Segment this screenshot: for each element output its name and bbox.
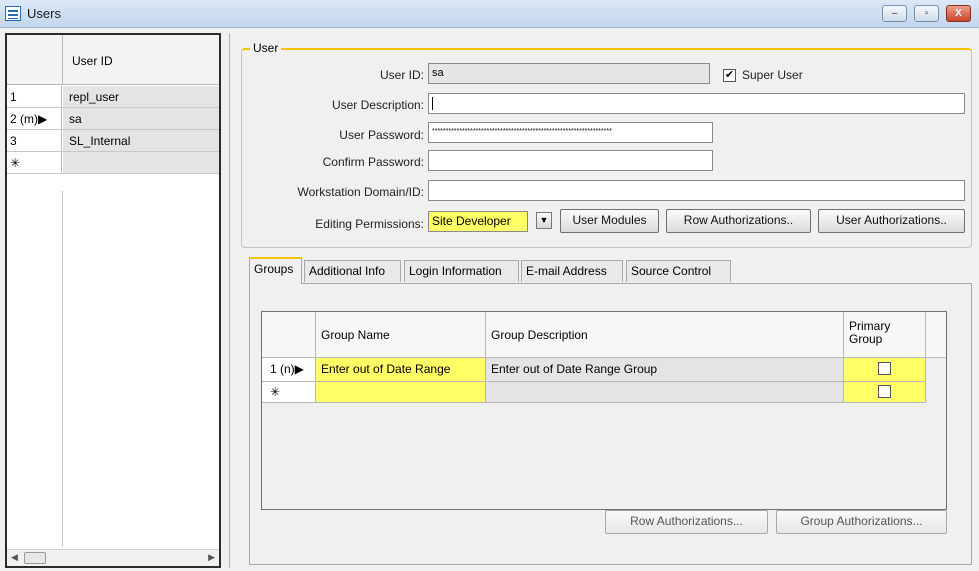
group-row-authorizations-button[interactable]: Row Authorizations... <box>605 510 768 534</box>
horizontal-scrollbar[interactable]: ◀ ▶ <box>7 549 219 566</box>
close-button[interactable]: X <box>946 5 971 22</box>
window-title: Users <box>27 6 61 21</box>
minimize-button[interactable]: – <box>882 5 907 22</box>
list-item[interactable]: 2 (m)▶ sa <box>7 108 219 130</box>
group-name-header[interactable]: Group Name <box>316 312 486 358</box>
group-description-cell[interactable] <box>486 382 844 403</box>
scroll-left-icon[interactable]: ◀ <box>11 552 18 563</box>
super-user-checkbox[interactable]: ✔ <box>723 69 736 82</box>
workstation-field[interactable] <box>428 180 965 201</box>
primary-group-cell[interactable] <box>844 382 926 403</box>
user-id-cell[interactable]: repl_user <box>63 86 219 107</box>
user-password-field[interactable]: ****************************************… <box>428 122 713 143</box>
user-description-label: User Description: <box>331 98 424 112</box>
checkbox-icon[interactable] <box>878 362 891 375</box>
user-authorizations-button[interactable]: User Authorizations.. <box>818 209 965 233</box>
tab-additional-info[interactable]: Additional Info <box>304 260 401 282</box>
chevron-down-icon[interactable]: ▼ <box>536 212 552 229</box>
restore-button[interactable]: ▫ <box>914 5 939 22</box>
title-bar: Users – ▫ X <box>0 0 979 28</box>
group-name-cell[interactable] <box>316 382 486 403</box>
checkbox-icon[interactable] <box>878 385 891 398</box>
list-item[interactable]: 1 repl_user <box>7 86 219 108</box>
workstation-label: Workstation Domain/ID: <box>297 185 425 199</box>
confirm-password-label: Confirm Password: <box>322 155 424 169</box>
list-item[interactable]: 3 SL_Internal <box>7 130 219 152</box>
row-selector[interactable]: 1 <box>7 86 62 107</box>
user-id-cell[interactable]: sa <box>63 108 219 129</box>
tab-email-address[interactable]: E-mail Address <box>521 260 623 282</box>
group-description-cell[interactable]: Enter out of Date Range Group <box>486 358 844 382</box>
user-id-cell[interactable]: SL_Internal <box>63 130 219 151</box>
groups-grid[interactable]: Group Name Group Description Primary Gro… <box>261 311 947 510</box>
new-row[interactable]: ✳ <box>7 152 219 174</box>
user-modules-button[interactable]: User Modules <box>560 209 659 233</box>
group-authorizations-button[interactable]: Group Authorizations... <box>776 510 947 534</box>
scroll-thumb[interactable] <box>24 552 46 564</box>
user-groupbox-legend: User <box>250 41 282 55</box>
scroll-right-icon[interactable]: ▶ <box>208 552 215 563</box>
table-window-icon <box>5 6 21 21</box>
row-selector[interactable]: 2 (m)▶ <box>7 108 62 129</box>
group-description-header[interactable]: Group Description <box>486 312 844 358</box>
user-id-cell[interactable] <box>63 152 219 173</box>
row-selector[interactable]: 1 (n)▶ <box>262 358 316 382</box>
user-id-column-header[interactable]: User ID <box>72 54 113 68</box>
row-selector[interactable]: 3 <box>7 130 62 151</box>
primary-group-cell[interactable] <box>844 358 926 382</box>
confirm-password-field[interactable] <box>428 150 713 171</box>
user-id-label: User ID: <box>379 68 424 82</box>
new-row-icon[interactable]: ✳ <box>262 382 316 403</box>
user-password-label: User Password: <box>339 128 424 142</box>
user-list-header: User ID <box>7 35 219 85</box>
super-user-label: Super User <box>742 68 803 82</box>
user-description-field[interactable] <box>428 93 965 114</box>
user-list-grid[interactable]: User ID 1 repl_user 2 (m)▶ sa 3 SL_Inter… <box>5 33 221 568</box>
new-row-icon[interactable]: ✳ <box>7 152 62 173</box>
editing-permissions-label: Editing Permissions: <box>315 217 424 231</box>
tab-groups[interactable]: Groups <box>249 257 302 284</box>
tab-login-information[interactable]: Login Information <box>404 260 519 282</box>
user-id-field[interactable]: sa <box>428 63 710 84</box>
tab-source-control[interactable]: Source Control <box>626 260 731 282</box>
group-name-cell[interactable]: Enter out of Date Range <box>316 358 486 382</box>
primary-group-header[interactable]: Primary Group <box>844 312 926 358</box>
row-authorizations-button[interactable]: Row Authorizations.. <box>666 209 811 233</box>
editing-permissions-select[interactable]: Site Developer <box>428 211 528 232</box>
